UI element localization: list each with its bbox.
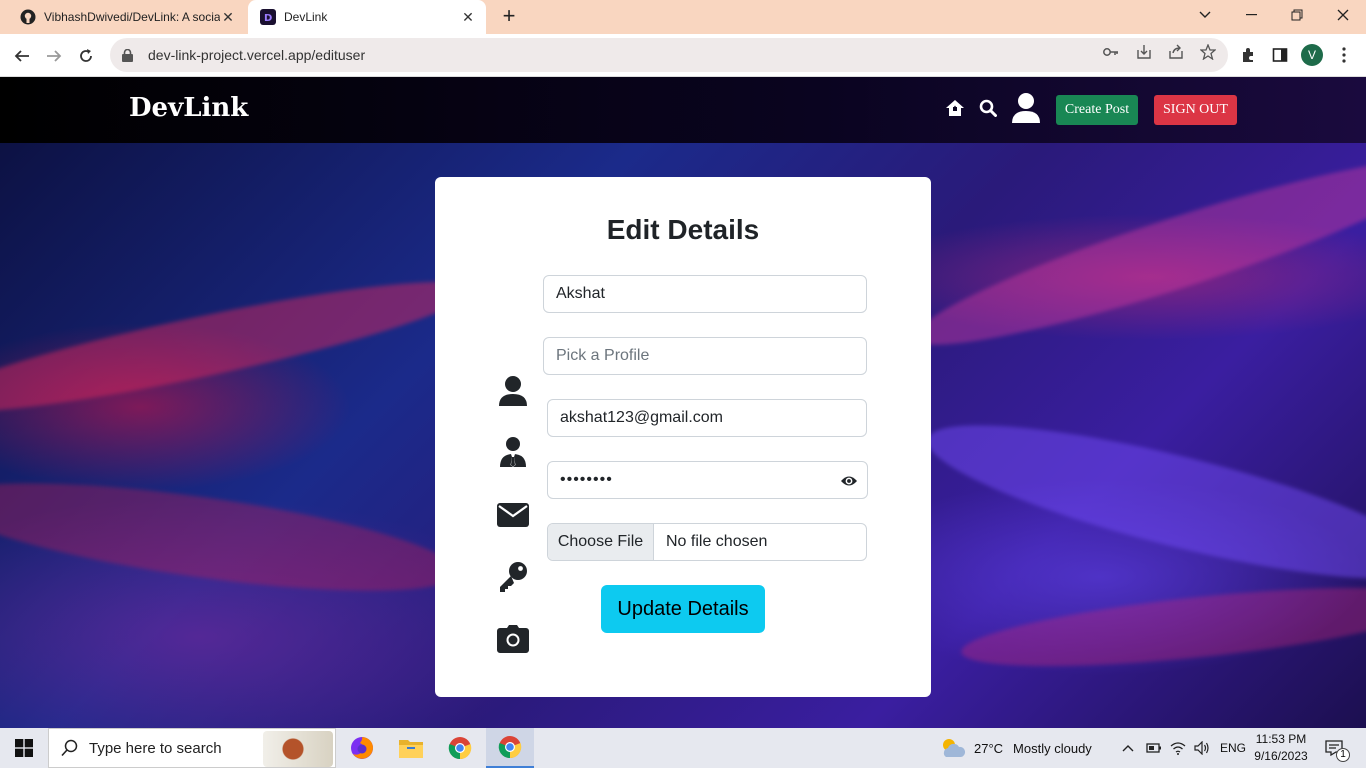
background-streak: [0, 259, 481, 435]
github-icon: [20, 9, 36, 25]
minimize-button[interactable]: [1228, 0, 1274, 30]
background-streak: [958, 572, 1366, 682]
name-value: Akshat: [556, 285, 605, 302]
chevron-up-icon[interactable]: [1120, 744, 1136, 752]
profile-input[interactable]: Pick a Profile: [543, 337, 867, 375]
reload-button[interactable]: [72, 42, 100, 70]
forward-button[interactable]: [40, 42, 68, 70]
tab-search-chevron-icon[interactable]: [1182, 0, 1228, 30]
system-tray: ENG: [1120, 728, 1246, 768]
home-icon[interactable]: [944, 97, 966, 119]
edit-details-card: Edit Details Akshat Pick a Profile aksha…: [435, 177, 931, 697]
tab-devlink[interactable]: D DevLink ✕: [248, 0, 486, 34]
user-profile-icon[interactable]: [1010, 91, 1042, 125]
create-post-button[interactable]: Create Post: [1056, 95, 1138, 125]
background-streak: [916, 395, 1366, 609]
search-placeholder: Type here to search: [89, 739, 222, 757]
tab-title: VibhashDwivedi/DevLink: A socia: [44, 10, 220, 24]
search-icon: [61, 739, 81, 757]
update-details-button[interactable]: Update Details: [601, 585, 765, 633]
tab-title: DevLink: [284, 10, 328, 24]
password-input[interactable]: ••••••••: [547, 461, 868, 499]
clock-date: 9/16/2023: [1254, 749, 1308, 763]
profile-avatar[interactable]: V: [1301, 44, 1323, 66]
taskbar-search[interactable]: Type here to search: [48, 728, 336, 768]
url-text: dev-link-project.vercel.app/edituser: [148, 47, 366, 63]
search-highlight-image: [263, 731, 333, 767]
lock-icon[interactable]: [122, 48, 136, 62]
browser-toolbar: dev-link-project.vercel.app/edituser V: [0, 34, 1366, 77]
password-value: ••••••••: [560, 471, 613, 488]
new-tab-button[interactable]: +: [498, 5, 520, 28]
weather-widget[interactable]: 27°C Mostly cloudy: [940, 728, 1092, 768]
email-value: akshat123@gmail.com: [560, 409, 723, 426]
background-streak: [902, 132, 1366, 372]
close-icon[interactable]: ✕: [460, 9, 476, 26]
volume-icon[interactable]: [1190, 741, 1214, 755]
install-icon[interactable]: [1134, 42, 1154, 62]
back-button[interactable]: [8, 42, 36, 70]
chrome-active-icon[interactable]: [486, 728, 534, 768]
clock-time: 11:53 PM: [1255, 732, 1307, 746]
file-status-text: No file chosen: [666, 533, 768, 550]
background-streak: [0, 461, 464, 613]
tab-github[interactable]: VibhashDwivedi/DevLink: A socia ✕: [8, 0, 246, 34]
address-bar[interactable]: dev-link-project.vercel.app/edituser: [110, 38, 1228, 72]
weather-temp: 27°C: [974, 740, 1004, 756]
file-upload-input[interactable]: Choose File No file chosen: [547, 523, 867, 561]
wifi-icon[interactable]: [1166, 741, 1190, 755]
svg-text:D: D: [264, 13, 272, 24]
bookmark-star-icon[interactable]: [1198, 42, 1218, 62]
choose-file-button[interactable]: Choose File: [548, 524, 654, 560]
eye-icon[interactable]: [839, 471, 859, 491]
brand-logo[interactable]: DevLink: [129, 93, 248, 123]
devlink-icon: D: [260, 9, 276, 25]
language-indicator[interactable]: ENG: [1220, 741, 1246, 755]
extensions-icon[interactable]: [1237, 44, 1259, 66]
email-input[interactable]: akshat123@gmail.com: [547, 399, 867, 437]
user-icon: [497, 374, 529, 408]
key-icon: [497, 560, 529, 594]
page-viewport: DevLink Create Post SIGN OUT Edit Detail…: [0, 77, 1366, 728]
start-button[interactable]: [0, 728, 48, 768]
menu-kebab-icon[interactable]: [1333, 44, 1355, 66]
chrome-icon[interactable]: [436, 728, 484, 768]
file-explorer-icon[interactable]: [387, 728, 435, 768]
user-tie-icon: [497, 435, 529, 469]
close-icon[interactable]: ✕: [220, 9, 236, 26]
windows-taskbar: Type here to search 27°C Mostly cloudy E: [0, 728, 1366, 768]
battery-icon[interactable]: [1142, 742, 1166, 754]
weather-cloud-icon: [940, 737, 966, 759]
search-icon[interactable]: [978, 98, 998, 118]
clock[interactable]: 11:53 PM 9/16/2023: [1250, 731, 1312, 765]
firefox-icon[interactable]: [338, 728, 386, 768]
browser-tabstrip: VibhashDwivedi/DevLink: A socia ✕ D DevL…: [0, 0, 1366, 34]
form-title: Edit Details: [606, 214, 760, 245]
notification-icon[interactable]: 1: [1322, 736, 1350, 762]
profile-placeholder: Pick a Profile: [556, 347, 650, 364]
sign-out-button[interactable]: SIGN OUT: [1154, 95, 1237, 125]
weather-desc: Mostly cloudy: [1013, 740, 1092, 756]
key-icon[interactable]: [1101, 42, 1121, 62]
camera-icon: [497, 622, 529, 656]
name-input[interactable]: Akshat: [543, 275, 867, 313]
envelope-icon: [497, 498, 529, 532]
profile-initial: V: [1301, 44, 1323, 66]
close-window-button[interactable]: [1320, 0, 1366, 30]
side-panel-icon[interactable]: [1269, 44, 1291, 66]
app-navbar: DevLink Create Post SIGN OUT: [0, 77, 1366, 143]
share-icon[interactable]: [1166, 42, 1186, 62]
restore-button[interactable]: [1274, 0, 1320, 30]
notification-count: 1: [1336, 748, 1350, 762]
